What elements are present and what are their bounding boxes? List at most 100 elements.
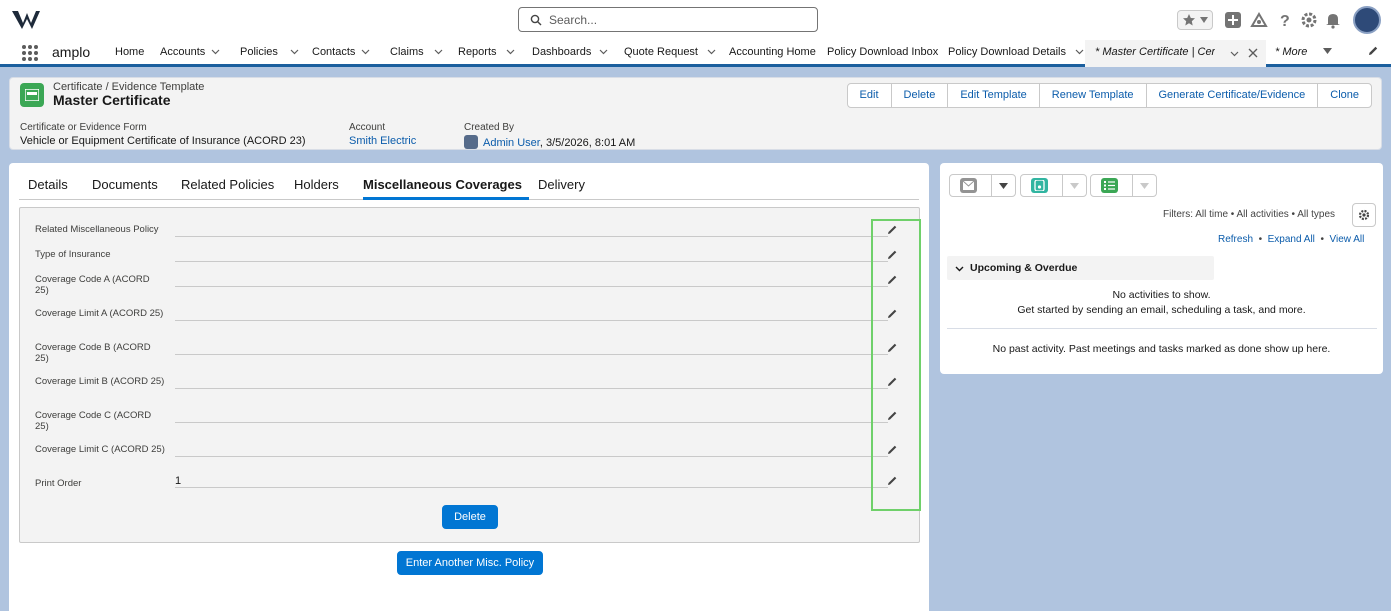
main-panel: Details Documents Related Policies Holde… [9,163,929,611]
nav-label: Home [115,46,145,58]
highlight-box [871,219,921,511]
chevron-down-icon[interactable] [1075,47,1084,56]
close-icon[interactable] [1248,48,1258,58]
nav-item-home[interactable]: Home [115,46,144,58]
tab-delivery[interactable]: Delivery [538,177,585,192]
tab-documents[interactable]: Documents [92,177,158,192]
trailhead-icon[interactable] [1250,11,1268,29]
global-actions-icon[interactable] [1224,11,1242,29]
field-underline [175,261,888,262]
activity-filters[interactable]: Filters: All time • All activities • All… [1163,209,1335,220]
highlight-form: Certificate or Evidence Form Vehicle or … [20,122,306,147]
nav-label: Policy Download Details [948,46,1066,58]
tab-holders[interactable]: Holders [294,177,339,192]
global-header: Search... ? [0,0,1391,40]
global-search-input[interactable]: Search... [518,7,818,32]
chevron-down-icon[interactable] [599,47,608,56]
account-link[interactable]: Smith Electric [349,135,416,147]
clone-button[interactable]: Clone [1317,83,1372,108]
tab-details[interactable]: Details [28,177,68,192]
nav-tab-master-certificate[interactable]: * Master Certificate | Cert... [1085,40,1266,67]
activity-links: Refresh • Expand All • View All [1218,234,1364,245]
tab-miscellaneous-coverages[interactable]: Miscellaneous Coverages [363,177,522,192]
highlight-created-by: Created By Admin User, 3/5/2026, 8:01 AM [464,122,635,149]
chevron-down-icon[interactable] [1230,49,1239,58]
created-by-user-link[interactable]: Admin User [483,137,540,149]
nav-item-quote-request[interactable]: Quote Request [624,46,716,58]
chevron-down-icon[interactable] [361,47,370,56]
enter-another-misc-policy-button[interactable]: Enter Another Misc. Policy [397,551,543,575]
view-all-link[interactable]: View All [1330,234,1365,245]
chevron-down-icon[interactable] [707,47,716,56]
user-avatar[interactable] [1353,6,1381,34]
caret-down-icon[interactable] [1323,48,1333,55]
app-name: amplo [52,44,91,60]
edit-template-button[interactable]: Edit Template [947,83,1040,108]
chevron-down-icon[interactable] [290,47,299,56]
caret-down-icon [1140,183,1149,189]
phone-icon [1031,178,1048,193]
nav-item-policy-download-inbox[interactable]: Policy Download Inbox [827,46,938,58]
activity-panel: Filters: All time • All activities • All… [940,163,1383,374]
new-task-button[interactable] [1090,174,1157,197]
search-icon [530,14,542,26]
highlight-account: Account Smith Electric [349,122,416,147]
refresh-link[interactable]: Refresh [1218,234,1253,245]
separator-dot: • [1255,234,1268,245]
renew-template-button[interactable]: Renew Template [1038,83,1147,108]
upcoming-overdue-section[interactable]: Upcoming & Overdue [947,256,1214,280]
nav-item-accounting-home[interactable]: Accounting Home [729,46,816,58]
task-dropdown[interactable] [1132,175,1156,196]
nav-item-contacts[interactable]: Contacts [312,46,370,58]
nav-item-dashboards[interactable]: Dashboards [532,46,608,58]
caret-down-icon [1070,183,1079,189]
no-past-activity-text: No past activity. Past meetings and task… [992,343,1331,355]
activity-settings-button[interactable] [1352,203,1376,227]
tab-related-policies[interactable]: Related Policies [181,177,274,192]
notification-bell-icon[interactable] [1324,11,1342,29]
nav-label: Quote Request [624,46,698,58]
page-title: Master Certificate [53,92,171,108]
nav-label: Contacts [312,46,356,58]
edit-nav-pencil-icon[interactable] [1367,45,1379,57]
field-label: Coverage Limit C (ACORD 25) [35,444,165,455]
nav-item-accounts[interactable]: Accounts [160,46,220,58]
field-label: Coverage Code C (ACORD 25) [35,410,152,432]
nav-item-reports[interactable]: Reports [458,46,515,58]
nav-more[interactable]: * More [1275,46,1333,58]
chevron-down-icon[interactable] [506,47,515,56]
delete-coverage-button[interactable]: Delete [442,505,498,529]
chevron-down-icon[interactable] [434,47,443,56]
no-activities-text: No activities to show. [1112,289,1211,301]
call-dropdown[interactable] [1062,175,1086,196]
record-header: Certificate / Evidence Template Master C… [9,77,1382,150]
edit-button[interactable]: Edit [846,83,892,108]
chevron-down-icon[interactable] [211,47,220,56]
expand-all-link[interactable]: Expand All [1268,234,1315,245]
email-action-button[interactable] [949,174,1016,197]
field-underline [175,422,888,423]
app-launcher-icon[interactable] [21,44,39,62]
nav-item-claims[interactable]: Claims [390,46,443,58]
field-label: Print Order [35,478,82,489]
generate-certificate-button[interactable]: Generate Certificate/Evidence [1145,83,1319,108]
nav-label: Accounting Home [729,46,816,58]
log-call-button[interactable] [1020,174,1087,197]
help-icon[interactable]: ? [1276,11,1294,29]
gear-icon[interactable] [1300,11,1318,29]
account-label: Account [349,122,386,133]
field-label: Coverage Limit B (ACORD 25) [35,376,165,387]
created-by-label: Created By [464,122,515,133]
svg-text:?: ? [1280,13,1290,29]
favorites-button[interactable] [1177,10,1213,30]
nav-label: Accounts [160,46,206,58]
chevron-down-icon [955,266,964,272]
app-logo-icon[interactable] [12,9,42,31]
field-label: Related Miscellaneous Policy [35,224,159,235]
field-value: 1 [175,475,182,487]
nav-item-policy-download-details[interactable]: Policy Download Details [948,46,1084,58]
email-dropdown[interactable] [991,175,1015,196]
delete-button[interactable]: Delete [890,83,949,108]
nav-more-label: * More [1275,46,1308,58]
nav-item-policies[interactable]: Policies [240,46,299,58]
